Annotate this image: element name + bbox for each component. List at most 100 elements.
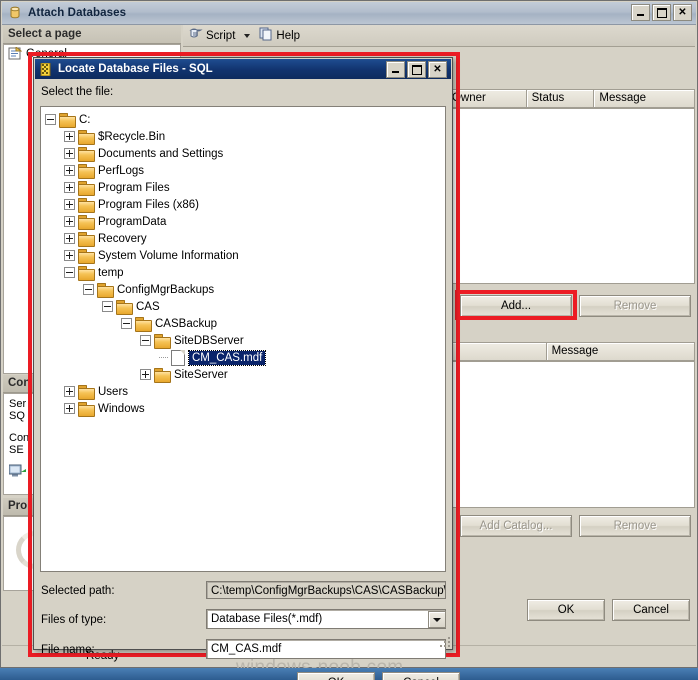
help-button[interactable]: Help <box>259 27 300 44</box>
script-button[interactable]: Script <box>189 27 235 44</box>
tree-item[interactable]: ProgramData <box>45 213 445 230</box>
tree-collapse-toggle[interactable] <box>64 267 75 278</box>
file-icon <box>171 349 185 366</box>
selected-path-value: C:\temp\ConfigMgrBackups\CAS\CASBackup\ <box>206 581 446 599</box>
file-name-input[interactable]: CM_CAS.mdf <box>206 639 446 659</box>
tree-item[interactable]: $Recycle.Bin <box>45 128 445 145</box>
cancel-button[interactable]: Cancel <box>612 599 690 621</box>
screenshot-root: Attach Databases ✕ Select a page General… <box>0 0 698 680</box>
tree-item[interactable]: CASBackup <box>45 315 445 332</box>
tree-item[interactable]: System Volume Information <box>45 247 445 264</box>
tree-item-label: PerfLogs <box>98 164 145 177</box>
folder-icon <box>78 402 95 417</box>
folder-icon <box>154 334 171 349</box>
tree-expand-toggle[interactable] <box>64 148 75 159</box>
select-a-page-header: Select a page <box>3 25 181 44</box>
tree-item[interactable]: Recovery <box>45 230 445 247</box>
tree-item[interactable]: PerfLogs <box>45 162 445 179</box>
tree-item[interactable]: ConfigMgrBackups <box>45 281 445 298</box>
tree-item-label: ConfigMgrBackups <box>117 283 215 296</box>
locate-ok-button[interactable]: OK <box>297 672 375 680</box>
tree-collapse-toggle[interactable] <box>83 284 94 295</box>
database-icon <box>8 6 22 20</box>
tree-item[interactable]: C: <box>45 111 445 128</box>
detail-column-header-1[interactable]: Message <box>546 343 694 360</box>
file-tree-root: C: $Recycle.Bin Documents and Settings Perf… <box>41 107 445 417</box>
tree-expand-toggle[interactable] <box>64 199 75 210</box>
locate-maximize-button[interactable] <box>407 61 426 78</box>
folder-icon <box>78 215 95 230</box>
files-of-type-select[interactable]: Database Files(*.mdf) <box>206 609 446 629</box>
locate-close-button[interactable]: ✕ <box>428 61 447 78</box>
locate-minimize-button[interactable] <box>386 61 405 78</box>
help-label: Help <box>276 29 301 42</box>
tree-item-label: SiteServer <box>174 368 228 381</box>
help-icon <box>259 27 273 44</box>
folder-icon <box>78 266 95 281</box>
tree-item[interactable]: SiteDBServer <box>45 332 445 349</box>
tree-item[interactable]: Program Files <box>45 179 445 196</box>
column-header-2[interactable]: Status <box>526 90 595 107</box>
tree-item[interactable]: Users <box>45 383 445 400</box>
page-icon <box>8 45 23 60</box>
tree-leaf-connector <box>159 356 168 359</box>
column-header-3[interactable]: Message <box>594 90 694 107</box>
files-of-type-label: Files of type: <box>41 614 107 626</box>
tree-item-label: System Volume Information <box>98 249 239 262</box>
file-tree[interactable]: C: $Recycle.Bin Documents and Settings Perf… <box>40 106 446 572</box>
tree-item-label: Windows <box>98 402 145 415</box>
locate-database-files-dialog: Locate Database Files - SQL ✕ Select the… <box>33 57 460 680</box>
script-label: Script <box>206 29 236 42</box>
tree-collapse-toggle[interactable] <box>121 318 132 329</box>
tree-collapse-toggle[interactable] <box>45 114 56 125</box>
tree-item[interactable]: CAS <box>45 298 445 315</box>
tree-item[interactable]: CM_CAS.mdf <box>45 349 445 366</box>
tree-item[interactable]: Program Files (x86) <box>45 196 445 213</box>
locate-dialog-title: Locate Database Files - SQL <box>58 63 213 75</box>
tree-item-label: C: <box>79 113 91 126</box>
tree-item[interactable]: Windows <box>45 400 445 417</box>
tree-collapse-toggle[interactable] <box>102 301 113 312</box>
tree-expand-toggle[interactable] <box>64 386 75 397</box>
tree-item-label: Recovery <box>98 232 147 245</box>
tree-expand-toggle[interactable] <box>64 165 75 176</box>
tree-item[interactable]: temp <box>45 264 445 281</box>
resize-grip[interactable] <box>438 635 450 647</box>
attach-databases-titlebar: Attach Databases ✕ <box>2 2 696 25</box>
tree-expand-toggle[interactable] <box>64 216 75 227</box>
locate-cancel-button[interactable]: Cancel <box>382 672 460 680</box>
tree-expand-toggle[interactable] <box>140 369 151 380</box>
folder-icon <box>78 164 95 179</box>
maximize-button[interactable] <box>652 4 671 21</box>
remove-database-button: Remove <box>579 295 691 317</box>
folder-icon <box>59 113 76 128</box>
tree-expand-toggle[interactable] <box>64 233 75 244</box>
chevron-down-icon[interactable] <box>244 33 251 38</box>
tree-item-label: SiteDBServer <box>174 334 244 347</box>
locate-files-icon <box>40 62 53 76</box>
tree-item-label: Users <box>98 385 129 398</box>
folder-icon <box>78 147 95 162</box>
tree-expand-toggle[interactable] <box>64 182 75 193</box>
tree-item-label: Documents and Settings <box>98 147 224 160</box>
chevron-down-icon[interactable] <box>428 611 446 628</box>
tree-item-label: CM_CAS.mdf <box>187 349 267 366</box>
folder-icon <box>78 249 95 264</box>
folder-icon <box>78 198 95 213</box>
tree-item[interactable]: SiteServer <box>45 366 445 383</box>
tree-expand-toggle[interactable] <box>64 250 75 261</box>
tree-collapse-toggle[interactable] <box>140 335 151 346</box>
folder-icon <box>78 232 95 247</box>
file-name-label: File name: <box>41 644 95 656</box>
ok-button[interactable]: OK <box>527 599 605 621</box>
tree-item-label: ProgramData <box>98 215 167 228</box>
tree-expand-toggle[interactable] <box>64 131 75 142</box>
tree-item-label: CASBackup <box>155 317 218 330</box>
folder-icon <box>97 283 114 298</box>
close-button[interactable]: ✕ <box>673 4 692 21</box>
tree-expand-toggle[interactable] <box>64 403 75 414</box>
tree-item-label: temp <box>98 266 124 279</box>
minimize-button[interactable] <box>631 4 650 21</box>
tree-item[interactable]: Documents and Settings <box>45 145 445 162</box>
folder-icon <box>135 317 152 332</box>
